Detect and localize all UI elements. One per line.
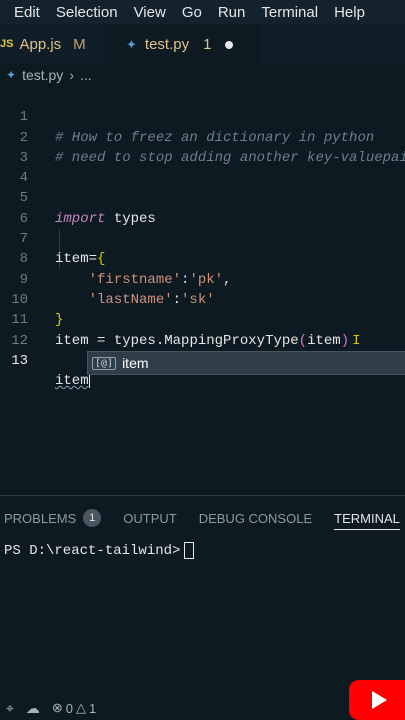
tab-terminal[interactable]: TERMINAL [334,511,400,530]
chevron-right-icon: › [69,67,74,83]
code-line-8[interactable]: 8 'firstname':'pk', [0,229,405,287]
sync-icon[interactable]: ☁ [26,700,40,717]
code-line-3[interactable]: 3 [0,128,405,166]
menu-bar: Edit Selection View Go Run Terminal Help [0,0,405,24]
code-line-7[interactable]: 7 item={ [0,209,405,267]
python-file-icon: ✦ [126,36,137,52]
terminal[interactable]: PS D:\react-tailwind> [4,542,405,559]
breadcrumb-symbols[interactable]: ... [80,67,92,83]
tab-label: PROBLEMS [4,510,77,526]
suggestion-label: item [122,355,149,371]
menu-selection[interactable]: Selection [48,4,126,21]
code-line-4[interactable]: 4 [0,148,405,186]
warning-icon: △ [76,700,87,715]
line-number: 13 [11,352,28,369]
menu-terminal[interactable]: Terminal [253,4,326,21]
panel-tabs: PROBLEMS 1 OUTPUT DEBUG CONSOLE TERMINAL [0,496,405,540]
tab-debug-console[interactable]: DEBUG CONSOLE [199,511,312,526]
variable-symbol-icon: [@] [92,356,117,370]
code-line-1[interactable]: 1 # How to freez an dictionary in python [0,87,405,145]
code-line-13[interactable]: 13 item [0,331,405,389]
menu-edit[interactable]: Edit [0,4,48,21]
code-line-2[interactable]: 2 # need to stop adding another key-valu… [0,107,405,166]
code-line-5[interactable]: 5 import types [0,168,405,226]
bottom-panel: PROBLEMS 1 OUTPUT DEBUG CONSOLE TERMINAL… [0,495,405,696]
play-icon [371,691,387,709]
tab-app-js[interactable]: JS App.js M [0,24,104,64]
code-editor[interactable]: 1 # How to freez an dictionary in python… [0,87,405,492]
problems-count-badge: 1 [83,509,102,527]
code-line-9[interactable]: 9 'lastName':'sk' [0,249,405,308]
youtube-logo [349,680,405,720]
menu-help[interactable]: Help [326,4,373,21]
breadcrumb-file[interactable]: test.py [22,67,63,83]
problems-status[interactable]: ⊗ 0 △ 1 [52,700,99,716]
editor-tab-bar: JS App.js M ✦ test.py 1 [0,24,405,64]
autocomplete-suggestion[interactable]: [@] item [87,351,405,375]
tab-label: test.py [144,36,190,53]
code-line-6[interactable]: 6 [0,188,405,227]
git-status-badge: M [73,35,86,53]
code-line-10[interactable]: 10 } [0,270,405,328]
breadcrumb: ✦ test.py › ... [0,64,405,86]
code-line-11[interactable]: 11 item = types.MappingProxyType(item) I [0,290,405,348]
terminal-prompt: PS D:\react-tailwind> [4,542,181,559]
python-file-icon: ✦ [6,68,17,82]
menu-view[interactable]: View [126,4,174,21]
variable: item [55,373,89,390]
unsaved-dot-icon[interactable] [225,40,234,49]
tab-label: App.js [19,35,62,53]
problem-count-badge: 1 [203,36,212,53]
javascript-file-icon: JS [0,38,14,50]
status-bar: ⌖ ☁ ⊗ 0 △ 1 [0,696,405,720]
tab-problems[interactable]: PROBLEMS 1 [4,509,102,527]
tab-output[interactable]: OUTPUT [123,511,176,526]
menu-run[interactable]: Run [210,4,254,21]
error-icon: ⊗ [51,700,63,715]
error-count: 0 [65,700,74,716]
remote-icon[interactable]: ⌖ [6,700,14,717]
menu-go[interactable]: Go [174,4,210,21]
warning-count: 1 [89,700,97,716]
code-line-12[interactable]: 12 [0,310,405,349]
terminal-cursor [184,542,195,559]
tab-test-py[interactable]: ✦ test.py 1 [104,24,261,64]
